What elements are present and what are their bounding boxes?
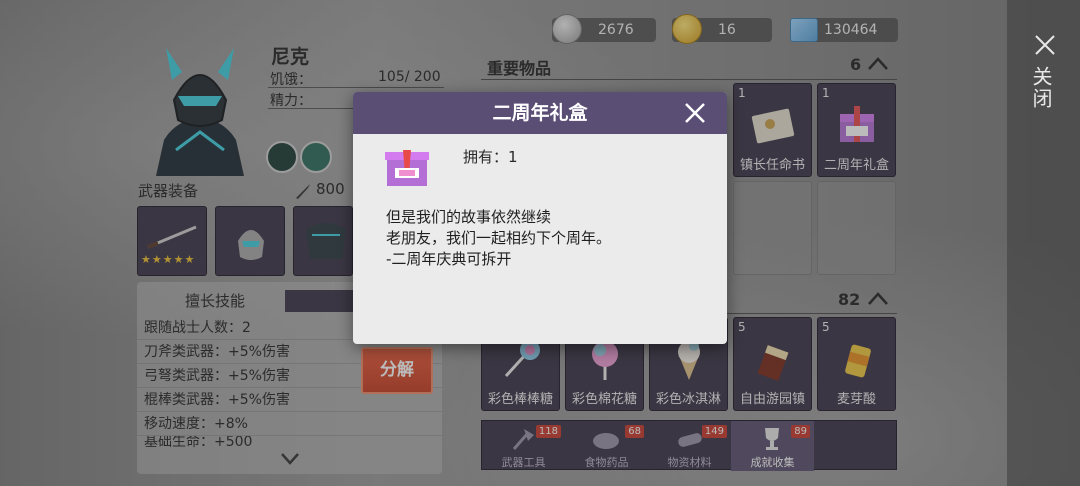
dialog-desc-line: 但是我们的故事依然继续 [386, 208, 552, 226]
gift-box-icon [385, 150, 429, 186]
close-icon[interactable] [1034, 34, 1056, 56]
dialog-title: 二周年礼盒 [492, 102, 588, 124]
item-detail-dialog: 二周年礼盒 拥有：1 但是我们的故事依然继续 老朋友，我们一起相约下个周年。 -… [353, 92, 727, 344]
dialog-desc-line: -二周年庆典可拆开 [386, 250, 512, 268]
close-icon[interactable] [683, 101, 707, 125]
dialog-owned: 拥有：1 [463, 148, 518, 166]
close-label[interactable]: 关闭 [1029, 66, 1056, 110]
dialog-desc-line: 老朋友，我们一起相约下个周年。 [386, 229, 612, 247]
